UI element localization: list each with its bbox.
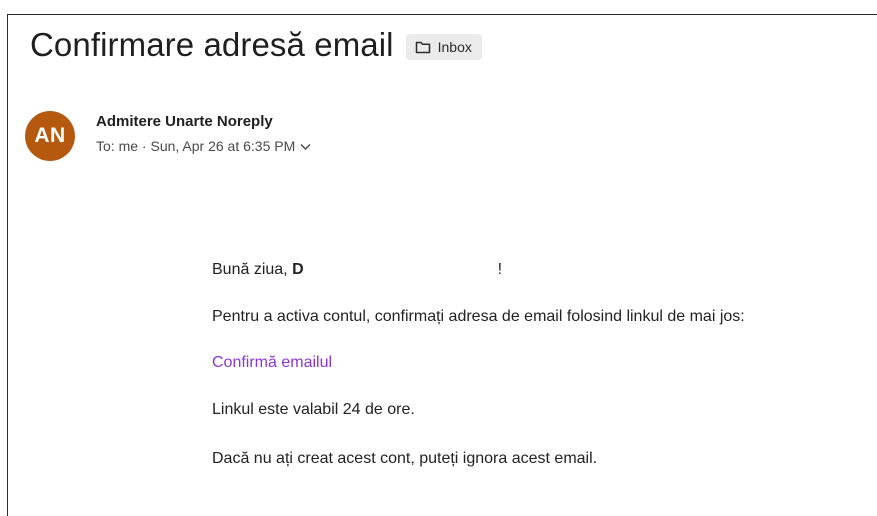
meta-separator: · (141, 138, 147, 154)
folder-badge-inbox[interactable]: Inbox (405, 34, 482, 60)
greeting-prefix: Bună ziua, (212, 261, 288, 278)
disclaimer-text: Dacă nu ați creat acest cont, puteți ign… (212, 450, 598, 467)
avatar-initials: AN (34, 124, 66, 147)
folder-badge-label: Inbox (437, 39, 472, 55)
folder-icon (415, 41, 430, 53)
avatar[interactable]: AN (25, 111, 75, 161)
to-label: To: (96, 138, 115, 154)
recipients-line[interactable]: To: me · Sun, Apr 26 at 6:35 PM (96, 138, 311, 154)
greeting-suffix: ! (497, 261, 503, 278)
email-subject: Confirmare adresă email (30, 26, 394, 63)
confirm-email-link[interactable]: Confirmă emailul (212, 354, 332, 371)
chevron-down-icon[interactable] (300, 143, 311, 151)
redacted-name (303, 259, 498, 277)
subject-row: Confirmare adresă email Inbox (30, 26, 482, 64)
greeting-line: Bună ziua, D! (212, 259, 502, 279)
instructions-text: Pentru a activa contul, confirmați adres… (212, 308, 745, 325)
validity-text: Linkul este valabil 24 de ore. (212, 401, 415, 418)
sender-name[interactable]: Admitere Unarte Noreply (96, 113, 273, 130)
recipient-me: me (118, 138, 139, 154)
email-date: Sun, Apr 26 at 6:35 PM (150, 138, 296, 154)
recipient-name: D (292, 261, 304, 278)
